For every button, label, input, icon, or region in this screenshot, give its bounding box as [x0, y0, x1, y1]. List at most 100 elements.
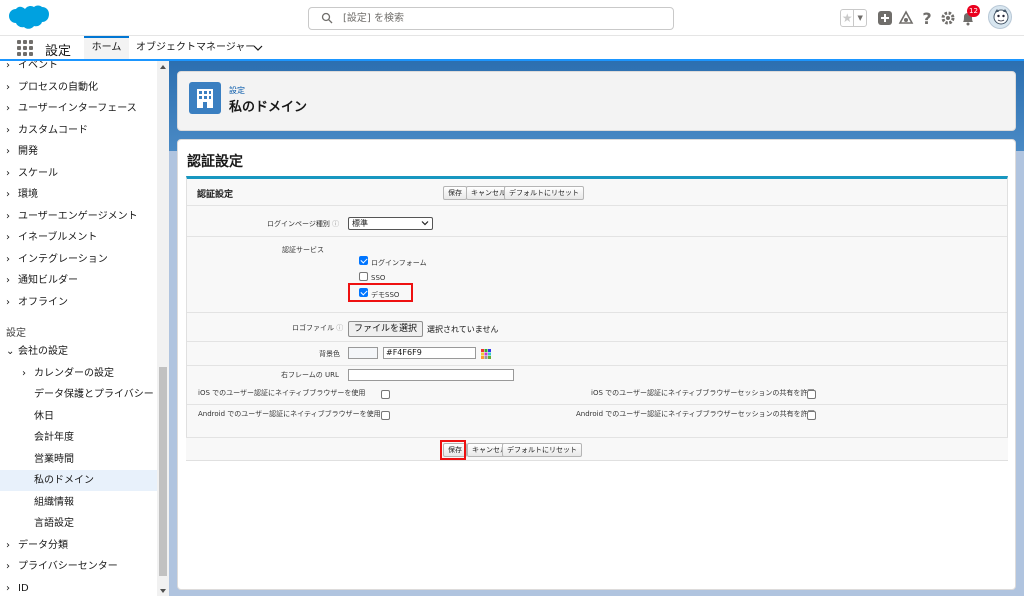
nav-item-language-settings[interactable]: 言語設定	[0, 513, 157, 534]
add-icon[interactable]	[876, 9, 894, 27]
ios-native-browser-label: iOS でのユーザー認証にネイティブブラウザーを使用	[198, 389, 366, 397]
nav-item-privacy-center[interactable]: › プライバシーセンター	[0, 556, 157, 577]
content-card: 認証設定 認証設定 保存 キャンセル デフォルトにリセット ログインページ種別 …	[177, 139, 1016, 590]
nav-item-user-interface[interactable]: › ユーザーインターフェース	[0, 98, 157, 119]
nav-item-offline[interactable]: › オフライン	[0, 292, 157, 313]
scroll-up-icon[interactable]	[160, 65, 166, 69]
nav-item-fiscal-year[interactable]: 会計年度	[0, 427, 157, 448]
chevron-right-icon: ›	[6, 297, 10, 308]
nav-item-environments[interactable]: › 環境	[0, 184, 157, 205]
android-native-browser-label: Android でのユーザー認証にネイティブブラウザーを使用	[198, 410, 381, 418]
highlight-box-save	[440, 440, 466, 460]
chevron-right-icon: ›	[6, 275, 10, 286]
nav-item-company-information[interactable]: 組織情報	[0, 492, 157, 513]
search-icon	[321, 12, 333, 24]
nav-scrollbar[interactable]	[157, 61, 169, 596]
right-frame-url-input[interactable]	[348, 369, 514, 381]
favorites-group[interactable]: ★ ▼	[840, 9, 867, 27]
trailhead-icon[interactable]	[897, 9, 915, 27]
bg-color-input[interactable]: #F4F6F9	[383, 347, 476, 359]
chevron-right-icon: ›	[6, 189, 10, 200]
divider	[187, 205, 1007, 206]
nav-item-calendar-settings[interactable]: › カレンダーの設定	[0, 363, 157, 384]
nav-item-enablement[interactable]: › イネーブルメント	[0, 227, 157, 248]
nav-item-data-classification[interactable]: › データ分類	[0, 535, 157, 556]
nav-item-business-hours[interactable]: 営業時間	[0, 449, 157, 470]
app-name: 設定	[45, 44, 72, 59]
breadcrumb[interactable]: 設定	[229, 85, 245, 96]
chevron-down-icon[interactable]: ▼	[854, 10, 866, 26]
nav-item-development[interactable]: › 開発	[0, 141, 157, 162]
global-header: ★ ▼ ? 12	[0, 0, 1024, 36]
section-title: 認証設定	[197, 190, 234, 200]
app-launcher-icon[interactable]	[17, 40, 33, 56]
chevron-right-icon: ›	[6, 254, 10, 265]
nav-section-settings: 設定	[6, 328, 26, 339]
login-page-type-label: ログインページ種別 ⓘ	[267, 220, 340, 228]
sso-checkbox[interactable]	[359, 272, 368, 281]
nav-item-scale[interactable]: › スケール	[0, 163, 157, 184]
scrollbar-thumb[interactable]	[159, 367, 167, 576]
highlight-box-demo-sso	[348, 283, 413, 302]
chevron-right-icon: ›	[6, 125, 10, 136]
ios-native-browser-checkbox[interactable]	[381, 390, 390, 399]
help-icon[interactable]: ?	[918, 9, 936, 27]
chevron-down-icon[interactable]	[252, 42, 264, 54]
chevron-right-icon: ›	[6, 540, 10, 551]
color-picker-icon[interactable]	[481, 349, 491, 359]
chevron-right-icon: ›	[6, 583, 10, 594]
content-heading: 認証設定	[187, 154, 243, 170]
bg-color-label: 背景色	[319, 350, 340, 358]
ios-session-share-checkbox[interactable]	[807, 390, 816, 399]
context-bar: 設定 ホーム オブジェクトマネージャー	[0, 36, 1024, 61]
chevron-right-icon: ›	[6, 211, 10, 222]
search-input[interactable]	[343, 10, 663, 27]
save-button-top[interactable]: 保存	[443, 186, 467, 200]
notification-badge: 12	[967, 5, 980, 17]
chevron-right-icon: ›	[6, 146, 10, 157]
choose-file-button[interactable]: ファイルを選択	[348, 321, 423, 337]
nav-item-data-protection[interactable]: データ保護とプライバシー	[0, 384, 157, 405]
chevron-right-icon: ›	[22, 368, 26, 379]
auth-settings-form: 認証設定 保存 キャンセル デフォルトにリセット ログインページ種別 ⓘ 標準 …	[186, 176, 1008, 461]
chevron-right-icon: ›	[6, 61, 10, 71]
scroll-down-icon[interactable]	[160, 589, 166, 593]
login-form-label: ログインフォーム	[371, 259, 427, 267]
right-frame-url-label: 右フレームの URL	[281, 371, 339, 379]
login-page-type-select[interactable]: 標準	[348, 217, 433, 230]
gear-icon[interactable]	[939, 9, 957, 27]
nav-item-my-domain[interactable]: 私のドメイン	[0, 470, 157, 491]
nav-item-custom-code[interactable]: › カスタムコード	[0, 120, 157, 141]
nav-item-user-engagement[interactable]: › ユーザーエンゲージメント	[0, 206, 157, 227]
nav-item-notification-builder[interactable]: › 通知ビルダー	[0, 270, 157, 291]
chevron-right-icon: ›	[6, 103, 10, 114]
avatar[interactable]	[988, 5, 1012, 29]
android-session-share-label: Android でのユーザー認証にネイティブブラウザーセッションの共有を許可	[576, 410, 815, 418]
logo-file-label: ロゴファイル ⓘ	[292, 324, 344, 332]
nav-item-events[interactable]: › イベント	[0, 61, 157, 76]
divider	[187, 341, 1007, 342]
reset-button-top[interactable]: デフォルトにリセット	[504, 186, 584, 200]
nav-item-process-automation[interactable]: › プロセスの自動化	[0, 77, 157, 98]
global-search[interactable]	[308, 7, 674, 30]
setup-tree-nav: › イベント › プロセスの自動化 › ユーザーインターフェース › カスタムコード ›…	[0, 61, 169, 596]
nav-item-holidays[interactable]: 休日	[0, 406, 157, 427]
android-session-share-checkbox[interactable]	[807, 411, 816, 420]
nav-item-id[interactable]: › ID	[0, 578, 157, 596]
divider	[187, 236, 1007, 237]
page-header: 設定 私のドメイン	[177, 71, 1016, 131]
star-icon[interactable]: ★	[841, 10, 855, 26]
chevron-right-icon: ›	[6, 168, 10, 179]
tab-object-manager[interactable]: オブジェクトマネージャー	[136, 36, 255, 59]
nav-item-company-settings[interactable]: ⌄ 会社の設定	[0, 341, 157, 362]
nav-item-integrations[interactable]: › インテグレーション	[0, 249, 157, 270]
tab-home[interactable]: ホーム	[84, 36, 129, 59]
login-form-checkbox[interactable]	[359, 256, 368, 265]
salesforce-logo[interactable]	[9, 5, 49, 33]
chevron-down-icon: ⌄	[6, 346, 15, 357]
chevron-right-icon: ›	[6, 82, 10, 93]
divider	[187, 404, 1007, 405]
color-swatch[interactable]	[348, 347, 378, 359]
reset-button-bottom[interactable]: デフォルトにリセット	[502, 443, 582, 457]
android-native-browser-checkbox[interactable]	[381, 411, 390, 420]
